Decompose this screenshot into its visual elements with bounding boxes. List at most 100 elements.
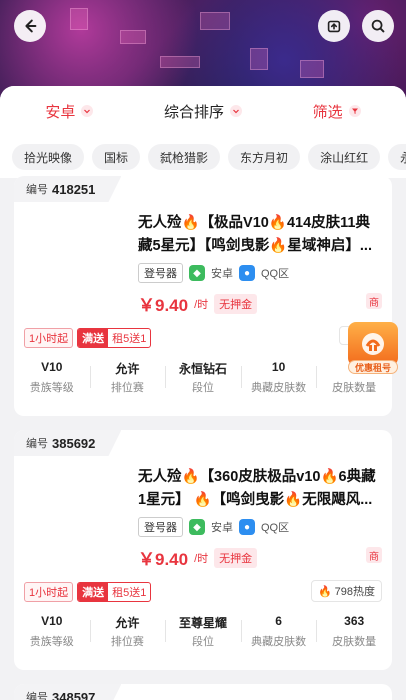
search-button[interactable] bbox=[362, 10, 394, 42]
promo-row: 1小时起 满送 租5送1 bbox=[24, 582, 152, 602]
title-part: 【360皮肤极品v10 bbox=[199, 469, 321, 485]
login-tag: 登号器 bbox=[138, 263, 183, 283]
chip[interactable]: 弑枪猎影 bbox=[148, 144, 221, 170]
back-arrow-icon bbox=[25, 19, 37, 33]
title-part: 【极品V10 bbox=[199, 215, 269, 231]
account-card[interactable]: 编号 348597 bbox=[14, 684, 392, 700]
account-id-label: 编号 bbox=[26, 438, 48, 450]
account-id: 编号 385692 bbox=[14, 430, 122, 456]
fire-icon: 🔥 bbox=[269, 238, 288, 254]
title-part: 无人殓 bbox=[138, 469, 182, 485]
title-part: 无限飓风... bbox=[302, 492, 373, 508]
merchant-badge: 商 bbox=[366, 293, 382, 309]
stat-value: 6 bbox=[275, 614, 282, 628]
price: ￥9.40 bbox=[138, 296, 189, 315]
stats-row: V10 贵族等级 允许 排位赛 至尊星耀 段位 6 典藏皮肤数 363 皮肤数量 bbox=[14, 614, 392, 649]
chip[interactable]: 东方月初 bbox=[228, 144, 301, 170]
meta-row: 登号器 ◆ 安卓 ● QQ区 bbox=[138, 517, 289, 537]
stat-item: 永恒钻石 段位 bbox=[165, 360, 241, 395]
chip[interactable]: 拾光映像 bbox=[12, 144, 85, 170]
stat-value: 363 bbox=[344, 614, 365, 628]
stat-label: 贵族等级 bbox=[29, 382, 74, 394]
search-icon bbox=[371, 19, 385, 33]
chevron-down-icon bbox=[229, 105, 242, 117]
gift-badge: 满送 租5送1 bbox=[77, 582, 152, 602]
account-id-value: 385692 bbox=[52, 435, 96, 451]
stat-label: 皮肤数量 bbox=[332, 382, 377, 394]
stat-label: 贵族等级 bbox=[29, 636, 74, 648]
stat-value: 允许 bbox=[115, 616, 140, 630]
price: ￥9.40 bbox=[138, 550, 189, 569]
back-button[interactable] bbox=[14, 10, 46, 42]
stat-value: V10 bbox=[41, 614, 63, 628]
account-card[interactable]: 编号 385692 无人殓🔥【360皮肤极品v10🔥6典藏1星元】 🔥【鸣剑曳影🔥… bbox=[14, 430, 392, 670]
filter-platform-label: 安卓 bbox=[45, 103, 76, 121]
account-id-value: 418251 bbox=[52, 181, 96, 197]
chip[interactable]: 国标 bbox=[92, 144, 141, 170]
gift-badge: 满送 租5送1 bbox=[77, 328, 152, 348]
fire-icon: 🔥 bbox=[181, 469, 200, 485]
fire-icon: 🔥 bbox=[320, 469, 339, 485]
gift-detail: 租5送1 bbox=[112, 333, 147, 345]
android-icon: ◆ bbox=[189, 265, 205, 281]
discount-rent-float-button[interactable]: 优惠租号 bbox=[348, 322, 398, 376]
min-rent-badge: 1小时起 bbox=[24, 328, 74, 348]
share-icon bbox=[327, 20, 341, 33]
promo-row: 1小时起 满送 租5送1 bbox=[24, 328, 152, 348]
hero-deco bbox=[250, 48, 268, 70]
filter-platform[interactable]: 安卓 bbox=[45, 101, 94, 122]
gift-label: 满送 bbox=[78, 583, 109, 601]
fire-icon: 🔥 bbox=[284, 492, 303, 508]
stat-item: 10 典藏皮肤数 bbox=[240, 360, 317, 395]
price-unit: /时 bbox=[194, 552, 209, 565]
heat-value: 798热度 bbox=[334, 586, 375, 598]
account-title: 无人殓🔥【360皮肤极品v10🔥6典藏1星元】 🔥【鸣剑曳影🔥无限飓风... bbox=[138, 466, 382, 512]
fire-icon: 🔥 bbox=[317, 585, 332, 598]
hero-banner bbox=[0, 0, 406, 100]
fire-icon: 🔥 bbox=[193, 492, 212, 508]
title-part: 无人殓 bbox=[138, 215, 182, 231]
account-id-value: 348597 bbox=[52, 689, 96, 700]
content-panel: 安卓 综合排序 筛选 拾光映像 国标 弑枪猎影 东方月初 涂山红红 永恒水 编号… bbox=[0, 86, 406, 700]
fire-icon: 🔥 bbox=[181, 215, 200, 231]
stat-value: 10 bbox=[271, 360, 286, 374]
hero-deco bbox=[120, 30, 146, 44]
stat-value: V10 bbox=[41, 360, 63, 374]
price-unit: /时 bbox=[194, 298, 209, 311]
account-id: 编号 348597 bbox=[14, 684, 122, 700]
stat-label: 排位赛 bbox=[110, 382, 144, 394]
filter-screen-label: 筛选 bbox=[312, 103, 343, 121]
stat-value: 允许 bbox=[115, 362, 140, 376]
share-button[interactable] bbox=[318, 10, 350, 42]
stat-label: 皮肤数量 bbox=[332, 636, 377, 648]
deposit-badge: 无押金 bbox=[214, 293, 258, 314]
filter-sort[interactable]: 综合排序 bbox=[164, 101, 242, 122]
merchant-badge: 商 bbox=[366, 547, 382, 563]
zone-label: QQ区 bbox=[261, 522, 290, 534]
title-part: 【鸣剑曳影 bbox=[211, 492, 285, 508]
android-icon: ◆ bbox=[189, 519, 205, 535]
filter-funnel-icon bbox=[348, 105, 361, 117]
title-part: 星域神启】... bbox=[287, 238, 372, 254]
stat-item: 363 皮肤数量 bbox=[316, 614, 392, 649]
stat-label: 排位赛 bbox=[110, 636, 144, 648]
chip[interactable]: 永恒水 bbox=[388, 144, 406, 170]
hero-deco bbox=[70, 8, 88, 30]
heat-badge: 🔥 798热度 bbox=[310, 580, 382, 602]
stat-item: V10 贵族等级 bbox=[14, 614, 90, 649]
fire-icon: 🔥 bbox=[268, 215, 287, 231]
gift-detail: 租5送1 bbox=[112, 587, 147, 599]
min-rent-badge: 1小时起 bbox=[24, 582, 74, 602]
filter-screen[interactable]: 筛选 bbox=[313, 101, 361, 122]
float-badge-label: 优惠租号 bbox=[348, 360, 398, 374]
filter-bar: 安卓 综合排序 筛选 bbox=[0, 86, 406, 136]
account-card[interactable]: 编号 418251 无人殓🔥【极品V10🔥414皮肤11典藏5星元】【鸣剑曳影🔥星… bbox=[14, 176, 392, 416]
chip[interactable]: 涂山红红 bbox=[308, 144, 381, 170]
price-row: ￥9.40/时 无押金 bbox=[138, 545, 258, 570]
stat-value: 至尊星耀 bbox=[178, 616, 227, 630]
meta-row: 登号器 ◆ 安卓 ● QQ区 bbox=[138, 263, 289, 283]
stat-label: 段位 bbox=[191, 382, 214, 394]
hero-deco bbox=[300, 60, 324, 78]
gift-label: 满送 bbox=[78, 329, 109, 347]
stat-item: 允许 排位赛 bbox=[89, 614, 166, 649]
